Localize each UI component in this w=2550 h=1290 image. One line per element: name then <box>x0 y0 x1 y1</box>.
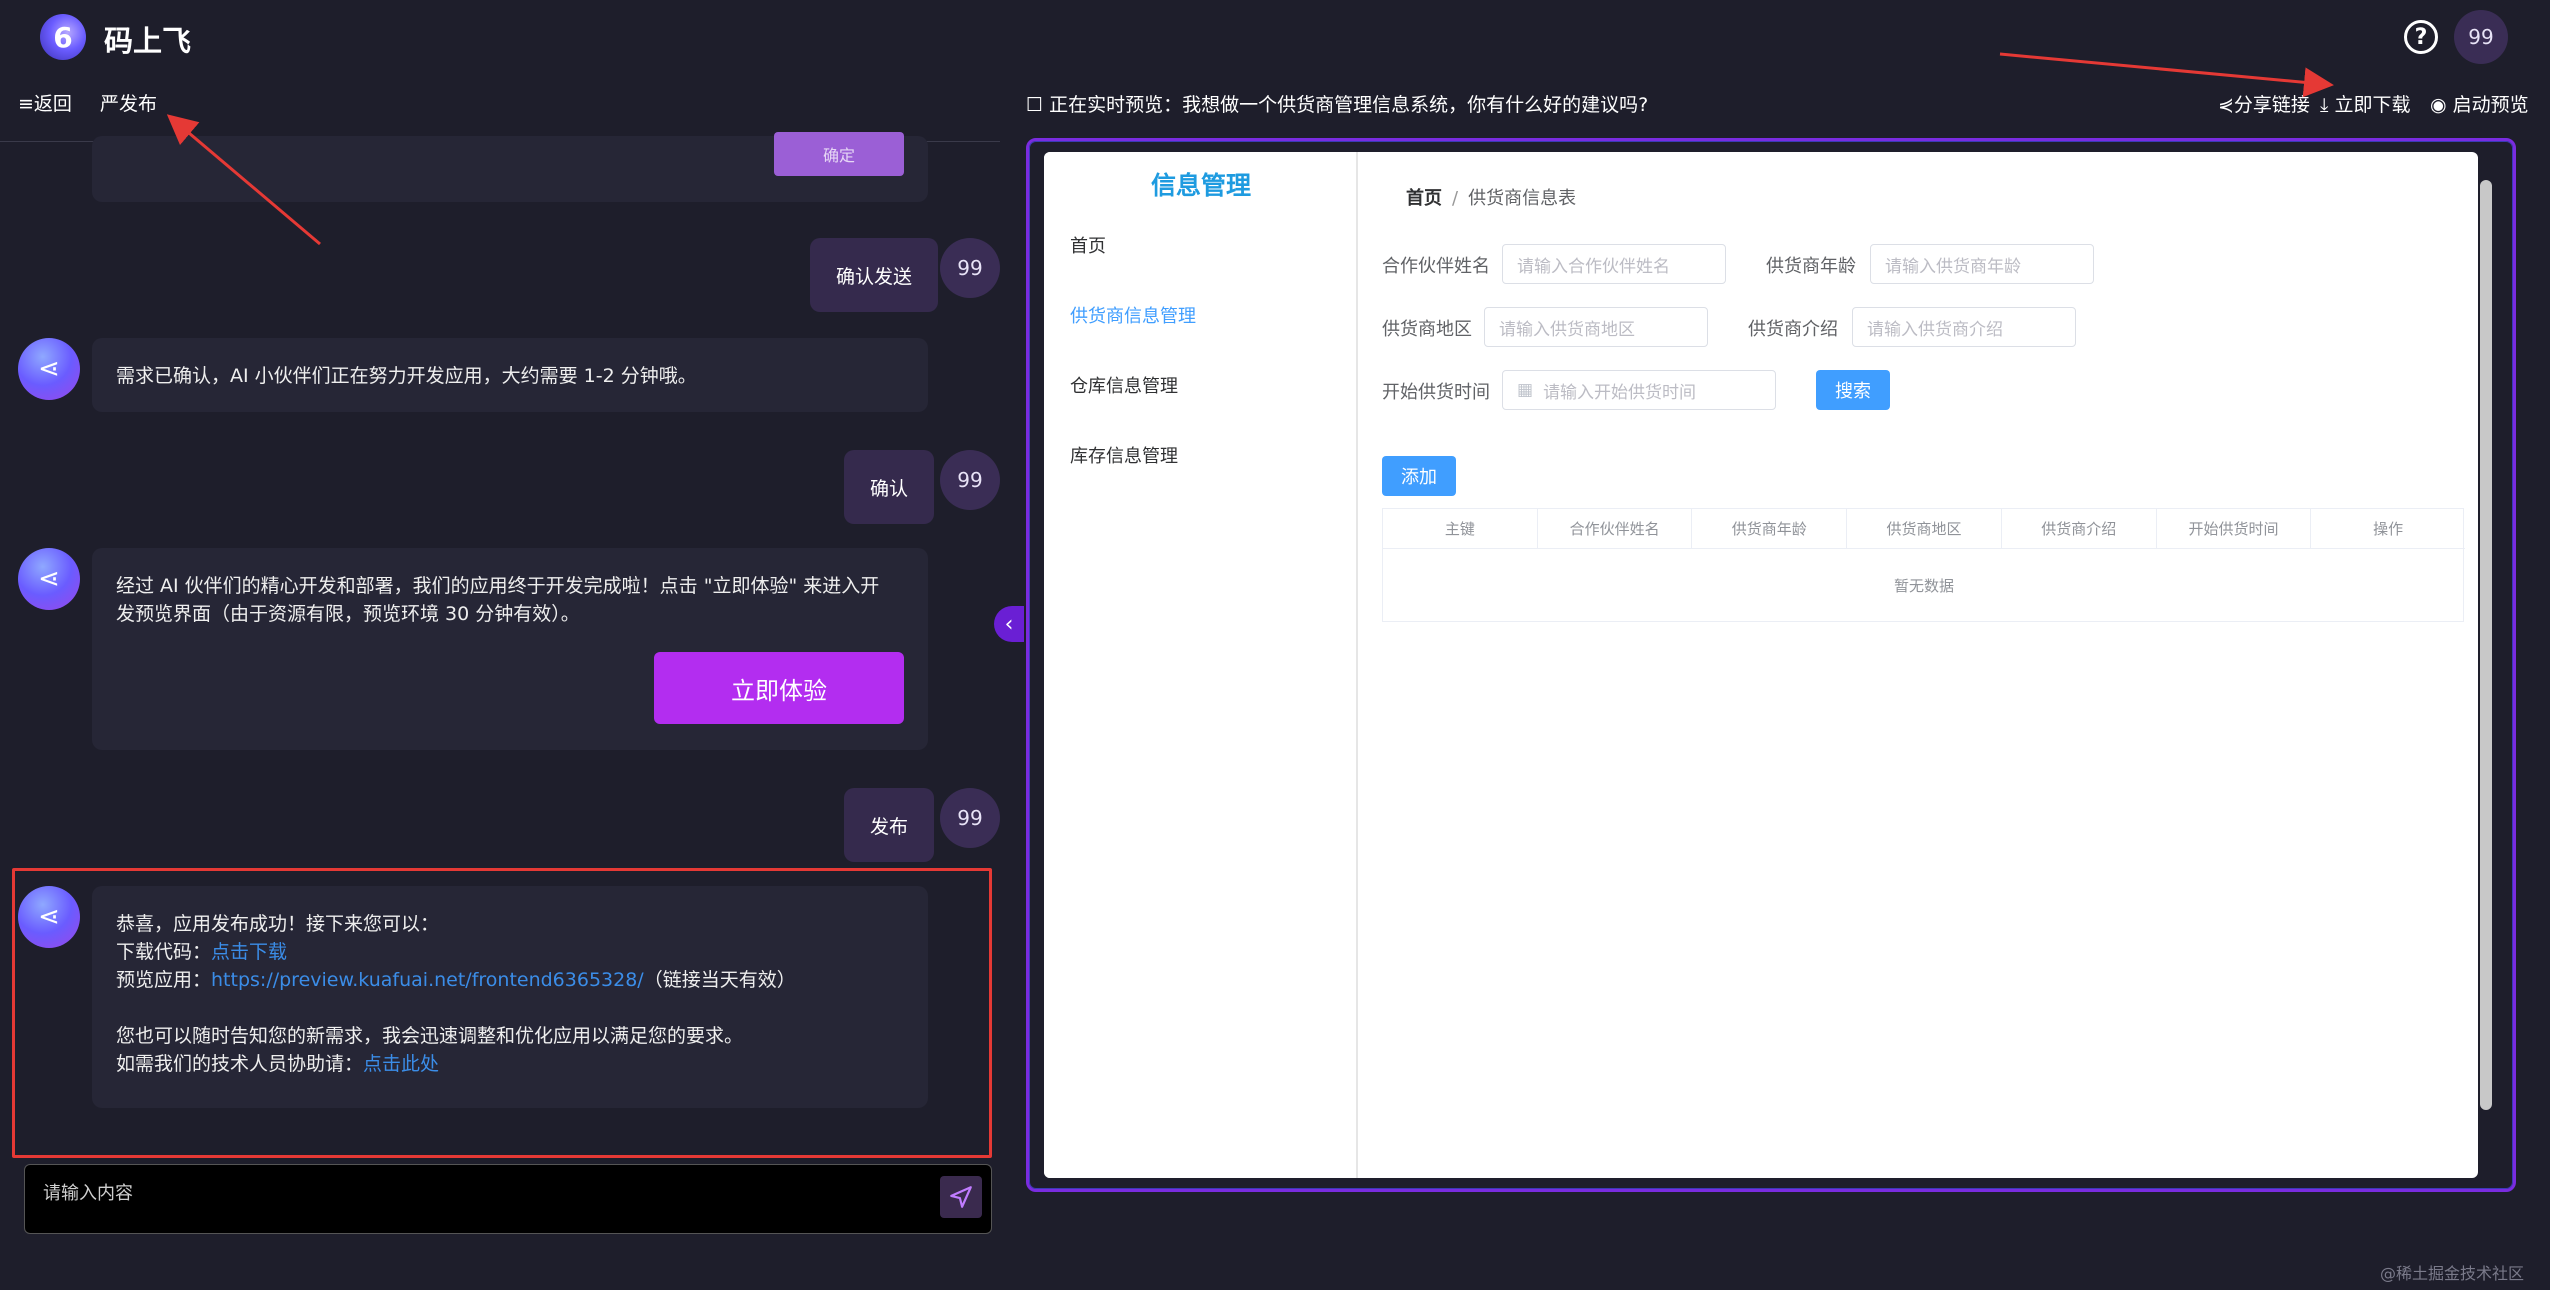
download-icon: ⤓ <box>2320 94 2335 116</box>
bot-avatar-icon: ⋖ <box>18 548 80 610</box>
supplier-age-label: 供货商年龄 <box>1766 256 1856 277</box>
calendar-icon: ▦ <box>1517 380 1534 400</box>
menu-item-warehouse[interactable]: 仓库信息管理 <box>1070 372 1178 398</box>
app-side-menu: 信息管理 首页 供货商信息管理 仓库信息管理 库存信息管理 <box>1044 152 1358 1178</box>
table-header-cell: 供货商介绍 <box>2002 509 2157 548</box>
start-time-label: 开始供货时间 <box>1382 382 1490 403</box>
start-time-placeholder: 请输入开始供货时间 <box>1543 382 1697 403</box>
table-header-cell: 操作 <box>2373 520 2404 538</box>
download-now-button[interactable]: ⤓ 立即下载 <box>2320 90 2410 117</box>
supplier-age-input[interactable]: 请输入供货商年龄 <box>1870 244 2094 284</box>
chat-message-user: 确认 <box>844 450 935 524</box>
top-bar: 6 码上飞 ? 99 <box>0 0 2550 74</box>
menu-item-supplier[interactable]: 供货商信息管理 <box>1070 302 1196 328</box>
publish-nav-button[interactable]: 严发布 <box>100 89 157 116</box>
chat-message-text: 发布 <box>870 815 909 838</box>
breadcrumb-home[interactable]: 首页 <box>1406 188 1442 209</box>
app-logo: 6 <box>40 14 86 60</box>
supplier-table: 主键 合作伙伴姓名 供货商年龄 供货商地区 供货商介绍 开始供货时间 操作 暂无… <box>1382 508 2465 622</box>
supplier-intro-label: 供货商介绍 <box>1748 319 1838 340</box>
menu-item-home[interactable]: 首页 <box>1070 232 1106 258</box>
chat-message-text: 需求已确认，AI 小伙伴们正在努力开发应用，大约需要 1-2 分钟哦。 <box>116 365 697 387</box>
chat-input-placeholder: 请输入内容 <box>43 1183 133 1204</box>
download-label: 立即下载 <box>2334 94 2411 116</box>
preview-title: ☐ 正在实时预览：我想做一个供货商管理信息系统，你有什么好的建议吗? <box>1026 90 1648 117</box>
send-icon[interactable] <box>940 1176 982 1218</box>
supplier-intro-placeholder: 请输入供货商介绍 <box>1867 319 2003 340</box>
menu-title: 信息管理 <box>1150 171 1251 200</box>
chat-message-text: 确认 <box>870 477 909 500</box>
start-preview-label: 启动预览 <box>2452 94 2529 116</box>
supplier-age-placeholder: 请输入供货商年龄 <box>1885 256 2021 277</box>
chat-message-text: 经过 AI 伙伴们的精心开发和部署，我们的应用终于开发完成啦！点击 "立即体验"… <box>116 575 880 625</box>
user-avatar: 99 <box>940 450 1000 510</box>
partner-name-label: 合作伙伴姓名 <box>1382 256 1490 277</box>
try-now-button[interactable]: 立即体验 <box>654 652 904 724</box>
table-header-cell: 供货商年龄 <box>1692 509 1848 548</box>
supplier-intro-input[interactable]: 请输入供货商介绍 <box>1852 307 2076 347</box>
partner-name-placeholder: 请输入合作伙伴姓名 <box>1517 256 1670 277</box>
user-avatar[interactable]: 99 <box>2454 10 2508 64</box>
breadcrumb-separator: / <box>1452 188 1459 209</box>
preview-scrollbar[interactable] <box>2480 180 2492 1110</box>
chat-message-user: 确认发送 <box>810 238 939 312</box>
highlight-annotation-box <box>12 868 992 1158</box>
user-avatar: 99 <box>940 788 1000 848</box>
app-title: 码上飞 <box>104 24 192 58</box>
share-label: 分享链接 <box>2233 94 2310 116</box>
chat-message-text: 确认发送 <box>836 265 913 288</box>
user-avatar: 99 <box>940 238 1000 298</box>
breadcrumb-current: 供货商信息表 <box>1468 188 1577 209</box>
table-empty-text: 暂无数据 <box>1893 576 1954 595</box>
share-link-button[interactable]: ⋞分享链接 <box>2218 90 2310 117</box>
chat-message-bot: 需求已确认，AI 小伙伴们正在努力开发应用，大约需要 1-2 分钟哦。 <box>92 338 928 412</box>
supplier-region-placeholder: 请输入供货商地区 <box>1499 319 1635 340</box>
bot-avatar-icon: ⋖ <box>18 338 80 400</box>
menu-item-inventory[interactable]: 库存信息管理 <box>1070 442 1178 468</box>
help-icon[interactable]: ? <box>2404 20 2438 54</box>
share-icon: ⋞ <box>2218 94 2234 116</box>
add-button[interactable]: 添加 <box>1382 456 1456 496</box>
table-header-cell: 供货商地区 <box>1847 509 2002 548</box>
table-header-cell: 合作伙伴姓名 <box>1538 509 1693 548</box>
partner-name-input[interactable]: 请输入合作伙伴姓名 <box>1502 244 1726 284</box>
preview-title-text: 正在实时预览：我想做一个供货商管理信息系统，你有什么好的建议吗? <box>1049 94 1649 116</box>
preview-title-icon: ☐ <box>1026 94 1050 116</box>
table-header-cell: 开始供货时间 <box>2157 509 2312 548</box>
start-time-input[interactable]: ▦ 请输入开始供货时间 <box>1502 370 1776 410</box>
watermark: @稀土掘金技术社区 <box>2380 1264 2525 1283</box>
chat-message-user: 发布 <box>844 788 935 862</box>
table-header-cell: 主键 <box>1383 509 1538 548</box>
play-circle-icon: ◉ <box>2430 94 2453 116</box>
supplier-region-label: 供货商地区 <box>1382 319 1472 340</box>
confirm-mini-button[interactable]: 确定 <box>774 132 904 176</box>
supplier-region-input[interactable]: 请输入供货商地区 <box>1484 307 1708 347</box>
back-button[interactable]: ≡返回 <box>18 89 72 116</box>
preview-app: 信息管理 首页 供货商信息管理 仓库信息管理 库存信息管理 首页 / 供货商信息表 … <box>1044 152 2478 1178</box>
collapse-panel-icon[interactable]: ‹ <box>994 606 1024 642</box>
chat-input[interactable]: 请输入内容 <box>24 1164 992 1234</box>
send-arrow-icon <box>950 1186 972 1208</box>
start-preview-button[interactable]: ◉ 启动预览 <box>2430 90 2529 117</box>
breadcrumb: 首页 / 供货商信息表 <box>1406 184 1576 210</box>
table-header: 主键 合作伙伴姓名 供货商年龄 供货商地区 供货商介绍 开始供货时间 操作 <box>1383 509 2465 549</box>
search-button[interactable]: 搜索 <box>1816 370 1890 410</box>
